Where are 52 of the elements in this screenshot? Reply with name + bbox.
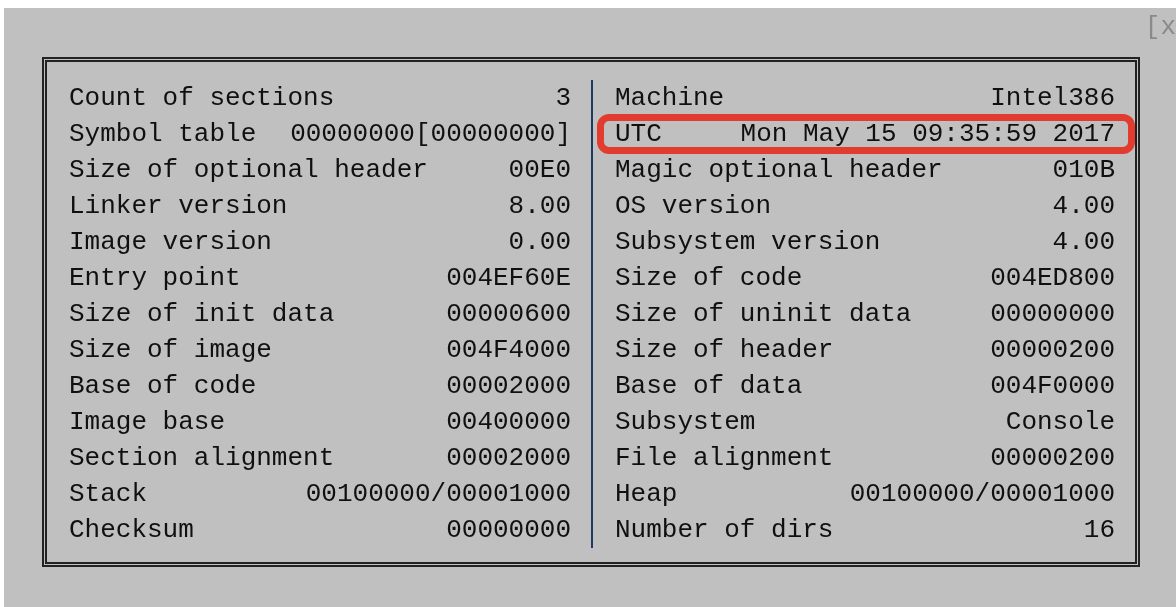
field-label: Base of data (615, 371, 803, 401)
field-value: Console (1005, 407, 1115, 437)
field-label: Count of sections (69, 83, 335, 113)
field-value: 00000200 (990, 443, 1115, 473)
field-label: Magic optional header (615, 155, 943, 185)
field-value: Mon May 15 09:35:59 2017 (740, 119, 1115, 149)
field-label: Symbol table (69, 119, 257, 149)
field-value: 00400000 (446, 407, 571, 437)
field-label: Size of optional header (69, 155, 428, 185)
field-label: Size of image (69, 335, 272, 365)
field-value: 00000000[00000000] (290, 119, 571, 149)
field-value: 004ED800 (990, 263, 1115, 293)
field-label: Image version (69, 227, 272, 257)
field-label: Section alignment (69, 443, 335, 473)
field-label: Size of init data (69, 299, 335, 329)
field-value: 4.00 (1052, 191, 1115, 221)
field-label: Subsystem version (615, 227, 881, 257)
field-value: 00000200 (990, 335, 1115, 365)
field-label: Machine (615, 83, 725, 113)
field-value: 8.00 (508, 191, 571, 221)
field-value: 00100000/00001000 (305, 479, 571, 509)
field-label: Linker version (69, 191, 288, 221)
field-label: Subsystem (615, 407, 756, 437)
field-value: 00000000 (990, 299, 1115, 329)
field-label: UTC (615, 119, 662, 149)
field-value: Intel386 (990, 83, 1115, 113)
field-value: 00000000 (446, 515, 571, 545)
field-value: 00002000 (446, 371, 571, 401)
field-label: File alignment (615, 443, 834, 473)
field-label: Size of uninit data (615, 299, 912, 329)
field-label: Number of dirs (615, 515, 834, 545)
field-value: 004F4000 (446, 335, 571, 365)
field-label: Size of code (615, 263, 803, 293)
field-value: 3 (555, 83, 571, 113)
field-value: 00002000 (446, 443, 571, 473)
field-value: 00000600 (446, 299, 571, 329)
field-value: 4.00 (1052, 227, 1115, 257)
field-value: 010B (1052, 155, 1115, 185)
field-value: 004F0000 (990, 371, 1115, 401)
field-value: 00100000/00001000 (849, 479, 1115, 509)
field-value: 0.00 (508, 227, 571, 257)
field-value: 16 (1083, 515, 1115, 545)
field-label: Entry point (69, 263, 241, 293)
field-label: Base of code (69, 371, 257, 401)
field-label: Image base (69, 407, 226, 437)
field-value: 00E0 (508, 155, 571, 185)
field-label: Stack (69, 479, 147, 509)
field-label: OS version (615, 191, 772, 221)
field-value: 004EF60E (446, 263, 571, 293)
field-label: Size of header (615, 335, 834, 365)
field-label: Heap (615, 479, 678, 509)
field-label: Checksum (69, 515, 194, 545)
